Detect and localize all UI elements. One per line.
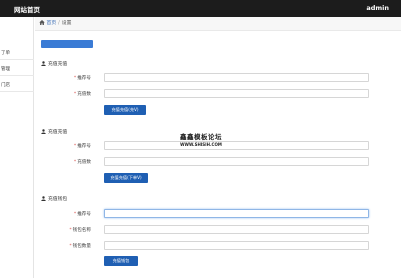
- section-1-submit-button[interactable]: 充值充值(充V): [104, 105, 146, 115]
- breadcrumb-separator: /: [58, 21, 60, 26]
- main-content: 首页 / 设置 充值充值 *推荐号 *充值数 充值充值(充V) 充值充值 *推荐号 …: [35, 17, 401, 278]
- required-mark: *: [69, 244, 72, 249]
- required-mark: *: [73, 212, 77, 217]
- field-label-text: 推荐号: [77, 76, 91, 81]
- field-label: *钱包数量: [35, 243, 91, 249]
- watermark: 鑫鑫模板论坛 WWW.SHISIH.COM: [180, 131, 222, 147]
- section-1-referrer-input[interactable]: [104, 73, 369, 82]
- field-label-text: 充值数: [77, 92, 91, 97]
- sidebar: 了单 管理 门店: [0, 17, 34, 278]
- section-1-amount-input[interactable]: [104, 89, 369, 98]
- field-label: *推荐号: [35, 75, 91, 81]
- field-label: *推荐号: [35, 143, 91, 149]
- section-3-wallet-quantity-input[interactable]: [104, 241, 369, 250]
- section-3-title-text: 充值钱包: [48, 197, 68, 202]
- field-label-text: 钱包名称: [72, 228, 91, 233]
- section-2-amount-input[interactable]: [104, 157, 369, 166]
- section-1-title-text: 充值充值: [48, 62, 68, 67]
- breadcrumb-current: 设置: [61, 21, 72, 26]
- field-label: *充值数: [35, 91, 91, 97]
- field-label: *推荐号: [35, 211, 91, 217]
- section-3-referrer-input[interactable]: [104, 209, 369, 218]
- field-label-text: 充值数: [77, 160, 91, 165]
- site-home-link[interactable]: 网站首页: [14, 4, 40, 14]
- sidebar-item-3[interactable]: 门店: [0, 79, 34, 92]
- field-label: *钱包名称: [35, 227, 91, 233]
- top-navbar: 网站首页 admin: [0, 0, 401, 17]
- field-label: *充值数: [35, 159, 91, 165]
- section-2-title-text: 充值充值: [48, 130, 68, 135]
- section-3-title: 充值钱包: [41, 195, 67, 202]
- breadcrumb-home[interactable]: 首页: [47, 21, 57, 26]
- section-2-title: 充值充值: [41, 128, 67, 135]
- field-label-text: 钱包数量: [72, 244, 91, 249]
- required-mark: *: [73, 144, 77, 149]
- watermark-url: WWW.SHISIH.COM: [180, 142, 222, 147]
- home-icon: [39, 20, 45, 25]
- section-1-title: 充值充值: [41, 60, 67, 67]
- field-label-text: 推荐号: [77, 144, 91, 149]
- watermark-text: 鑫鑫模板论坛: [180, 133, 222, 141]
- top-action-button[interactable]: [41, 40, 93, 48]
- user-icon: [41, 195, 46, 201]
- section-2-submit-button[interactable]: 充值充值(下单V): [104, 173, 148, 183]
- required-mark: *: [69, 228, 72, 233]
- section-3-submit-button[interactable]: 充值钱包: [104, 256, 138, 266]
- section-3-wallet-name-input[interactable]: [104, 225, 369, 234]
- user-menu[interactable]: admin: [366, 4, 389, 12]
- sidebar-item-2[interactable]: 管理: [0, 63, 34, 76]
- user-icon: [41, 60, 46, 66]
- breadcrumb: 首页 / 设置: [35, 17, 401, 31]
- required-mark: *: [73, 160, 77, 165]
- user-icon: [41, 128, 46, 134]
- required-mark: *: [73, 76, 77, 81]
- sidebar-item-1[interactable]: 了单: [0, 47, 34, 60]
- required-mark: *: [73, 92, 77, 97]
- field-label-text: 推荐号: [77, 212, 91, 217]
- section-2-referrer-input[interactable]: [104, 141, 369, 150]
